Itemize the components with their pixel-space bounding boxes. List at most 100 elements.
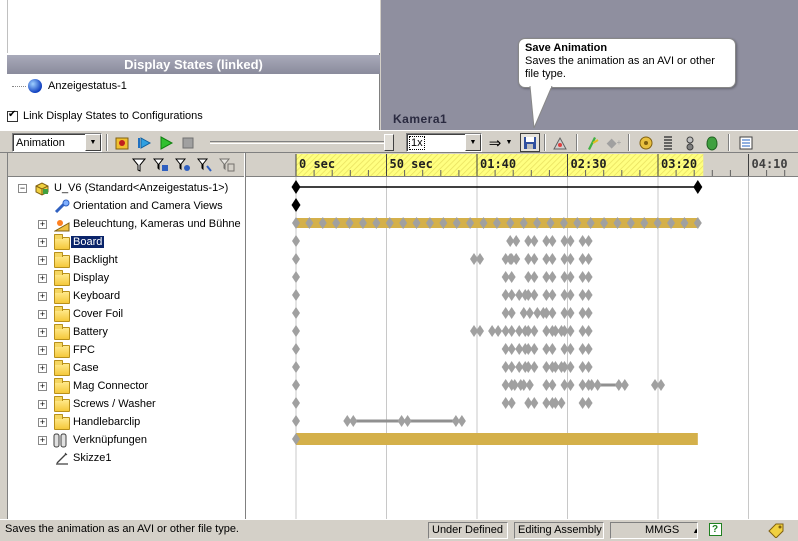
key-point[interactable] bbox=[512, 253, 521, 265]
key-point[interactable] bbox=[530, 361, 539, 373]
key-point[interactable] bbox=[525, 307, 534, 319]
timeline-bar[interactable] bbox=[296, 433, 698, 445]
playback-mode-icon[interactable]: ⇒ bbox=[485, 133, 505, 152]
tree-item-board[interactable]: + Board bbox=[8, 234, 245, 252]
expand-toggle[interactable]: + bbox=[38, 274, 47, 283]
filter-animated-icon[interactable] bbox=[129, 156, 149, 174]
key-point[interactable] bbox=[507, 397, 516, 409]
collapse-toggle[interactable]: − bbox=[18, 184, 27, 193]
filter-selected-icon[interactable] bbox=[173, 156, 193, 174]
study-type-select[interactable]: Animation ▼ bbox=[12, 133, 102, 152]
expand-toggle[interactable]: + bbox=[38, 382, 47, 391]
play-from-start-icon[interactable] bbox=[134, 133, 154, 152]
timeline-area[interactable]: 0 sec 50 sec 01:40 02:30 03:20 04:10 bbox=[246, 153, 798, 519]
help-button[interactable]: ? bbox=[704, 522, 726, 539]
key-point[interactable] bbox=[530, 325, 539, 337]
filter-driving-icon[interactable] bbox=[151, 156, 171, 174]
animation-wizard-icon[interactable] bbox=[550, 133, 570, 152]
tree-item-mag-connector[interactable]: + Mag Connector bbox=[8, 378, 245, 396]
tree-item-display[interactable]: + Display bbox=[8, 270, 245, 288]
spring-icon[interactable] bbox=[658, 133, 678, 152]
results-icon[interactable] bbox=[736, 133, 756, 152]
key-point[interactable] bbox=[548, 289, 557, 301]
tree-item-orientation[interactable]: Orientation and Camera Views bbox=[8, 198, 245, 216]
play-icon[interactable] bbox=[156, 133, 176, 152]
key-point[interactable] bbox=[548, 307, 557, 319]
motor-icon[interactable] bbox=[636, 133, 656, 152]
expand-toggle[interactable]: + bbox=[38, 328, 47, 337]
expand-toggle[interactable]: + bbox=[38, 400, 47, 409]
tree-item-fpc[interactable]: + FPC bbox=[8, 342, 245, 360]
tree-root-assembly[interactable]: − U_V6 (Standard<Anzeigestatus-1>) bbox=[8, 180, 245, 198]
tree-item-battery[interactable]: + Battery bbox=[8, 324, 245, 342]
key-point[interactable] bbox=[507, 343, 516, 355]
key-point[interactable] bbox=[507, 325, 516, 337]
key-point[interactable] bbox=[457, 415, 466, 427]
key-point[interactable] bbox=[548, 379, 557, 391]
key-point[interactable] bbox=[525, 379, 534, 391]
tree-item-mates[interactable]: + Verknüpfungen bbox=[8, 432, 245, 450]
key-point[interactable] bbox=[557, 397, 566, 409]
add-key-icon[interactable]: ◆ + bbox=[604, 133, 624, 152]
link-display-states-row[interactable]: Link Display States to Configurations bbox=[7, 107, 203, 125]
key-point[interactable] bbox=[530, 271, 539, 283]
tree-item-sketch[interactable]: Skizze1 bbox=[8, 450, 245, 468]
key-point-end[interactable] bbox=[693, 180, 703, 194]
key-point[interactable] bbox=[593, 379, 602, 391]
tree-item-backlight[interactable]: + Backlight bbox=[8, 252, 245, 270]
tree-item-handlebarclip[interactable]: + Handlebarclip bbox=[8, 414, 245, 432]
display-state-item[interactable]: Anzeigestatus-1 bbox=[12, 77, 127, 95]
autokey-icon[interactable] bbox=[582, 133, 602, 152]
key-point[interactable] bbox=[292, 397, 300, 409]
key-point[interactable] bbox=[403, 415, 412, 427]
key-point[interactable] bbox=[507, 361, 516, 373]
collapse-tree-icon[interactable] bbox=[217, 156, 237, 174]
stop-icon[interactable] bbox=[178, 133, 198, 152]
key-point[interactable] bbox=[584, 235, 593, 247]
key-point[interactable] bbox=[494, 325, 503, 337]
playback-speed-select[interactable]: 1x ▼ bbox=[406, 133, 482, 152]
key-point-view[interactable] bbox=[291, 198, 301, 212]
tree-item-lights[interactable]: + Beleuchtung, Kameras und Bühne bbox=[8, 216, 245, 234]
key-point[interactable] bbox=[292, 361, 300, 373]
key-point[interactable] bbox=[548, 235, 557, 247]
filter-results-icon[interactable] bbox=[195, 156, 215, 174]
key-point[interactable] bbox=[530, 343, 539, 355]
key-point[interactable] bbox=[584, 325, 593, 337]
timeline-canvas[interactable]: 0 sec 50 sec 01:40 02:30 03:20 04:10 bbox=[246, 153, 798, 519]
key-point[interactable] bbox=[584, 289, 593, 301]
key-point[interactable] bbox=[507, 289, 516, 301]
tree-item-case[interactable]: + Case bbox=[8, 360, 245, 378]
tree-item-keyboard[interactable]: + Keyboard bbox=[8, 288, 245, 306]
key-point[interactable] bbox=[292, 325, 300, 337]
tag-icon[interactable] bbox=[766, 522, 792, 539]
expand-toggle[interactable]: + bbox=[38, 418, 47, 427]
key-point-start[interactable] bbox=[291, 180, 301, 194]
playback-slider-track[interactable] bbox=[210, 141, 390, 144]
key-point[interactable] bbox=[584, 343, 593, 355]
key-point[interactable] bbox=[584, 271, 593, 283]
chevron-down-icon[interactable]: ▼ bbox=[465, 134, 481, 151]
units-selector[interactable]: MMGS ▲ bbox=[610, 522, 698, 539]
key-point[interactable] bbox=[292, 343, 300, 355]
expand-toggle[interactable]: + bbox=[38, 364, 47, 373]
key-point[interactable] bbox=[584, 361, 593, 373]
expand-toggle[interactable]: + bbox=[38, 256, 47, 265]
expand-toggle[interactable]: + bbox=[38, 436, 47, 445]
calculate-icon[interactable] bbox=[112, 133, 132, 152]
key-point[interactable] bbox=[548, 343, 557, 355]
gravity-icon[interactable] bbox=[702, 133, 722, 152]
timeline-rows[interactable] bbox=[291, 180, 703, 445]
tree-item-screws-washer[interactable]: + Screws / Washer bbox=[8, 396, 245, 414]
key-point[interactable] bbox=[530, 235, 539, 247]
key-point[interactable] bbox=[548, 271, 557, 283]
link-display-states-checkbox[interactable] bbox=[7, 109, 18, 122]
key-point[interactable] bbox=[292, 289, 300, 301]
key-point[interactable] bbox=[292, 271, 300, 283]
chevron-down-icon[interactable]: ▼ bbox=[503, 133, 515, 152]
key-point[interactable] bbox=[530, 253, 539, 265]
key-point[interactable] bbox=[512, 235, 521, 247]
playback-slider-thumb[interactable] bbox=[384, 134, 394, 151]
save-animation-icon[interactable] bbox=[520, 133, 540, 152]
key-point[interactable] bbox=[292, 235, 300, 247]
